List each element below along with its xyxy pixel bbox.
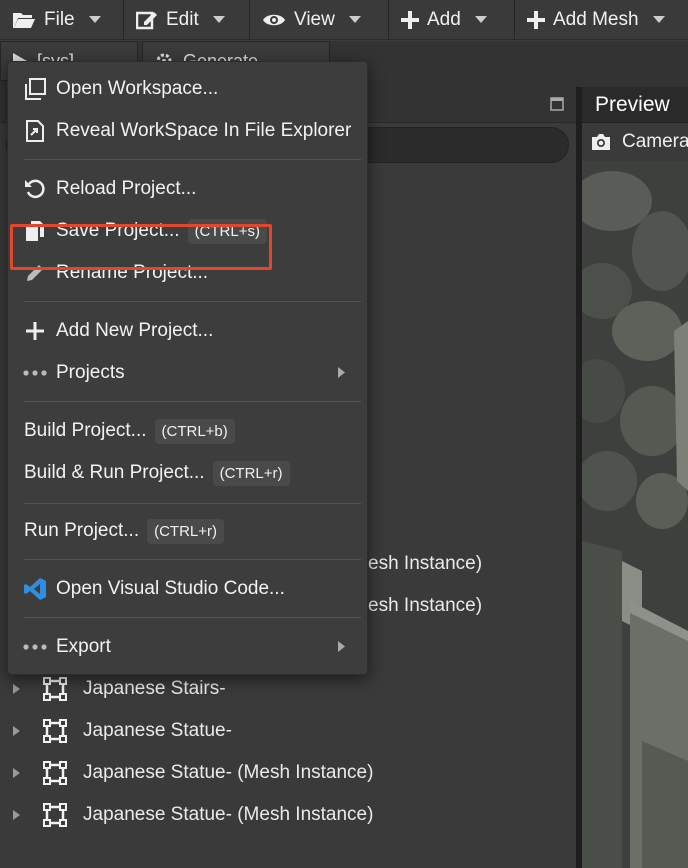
- menu-edit-label: Edit: [166, 9, 199, 30]
- menu-item-reveal-workspace[interactable]: Reveal WorkSpace In File Explorer: [8, 112, 367, 150]
- submenu-arrow-icon: [338, 641, 345, 652]
- menu-add-mesh-label: Add Mesh: [553, 9, 639, 30]
- menu-separator: [24, 401, 361, 402]
- expand-arrow-icon[interactable]: [13, 684, 21, 694]
- mesh-node-icon: [43, 761, 67, 785]
- menu-item-reload-project[interactable]: Reload Project...: [8, 170, 367, 208]
- tree-row[interactable]: Japanese Stairs-: [0, 669, 226, 709]
- menu-item-save-project[interactable]: Save Project... (CTRL+s): [8, 212, 367, 250]
- tree-row-partial[interactable]: esh Instance): [368, 586, 482, 626]
- 3d-viewport[interactable]: [582, 161, 688, 868]
- shortcut-badge: (CTRL+r): [147, 518, 225, 544]
- menu-item-open-vscode[interactable]: Open Visual Studio Code...: [8, 570, 367, 608]
- menu-separator: [24, 159, 361, 160]
- menu-item-label: Build & Run Project...: [24, 462, 205, 483]
- expand-arrow-icon[interactable]: [13, 768, 21, 778]
- mesh-node-icon: [43, 719, 67, 743]
- menu-file[interactable]: File: [0, 0, 124, 40]
- more-horizontal-icon: [22, 370, 48, 376]
- shortcut-badge: (CTRL+r): [212, 460, 290, 486]
- menu-separator: [24, 301, 361, 302]
- more-horizontal-icon: [22, 644, 48, 650]
- eye-icon: [262, 12, 286, 28]
- menu-item-run-project[interactable]: Run Project... (CTRL+r): [8, 512, 367, 550]
- tree-row-label: Japanese Statue- (Mesh Instance): [83, 762, 374, 783]
- open-workspace-icon: [22, 78, 48, 100]
- camera-icon: [590, 133, 612, 151]
- chevron-down-icon: [474, 16, 487, 24]
- expand-arrow-icon[interactable]: [13, 726, 21, 736]
- tab-preview[interactable]: Preview: [582, 87, 688, 123]
- menu-view[interactable]: View: [250, 0, 389, 40]
- plus-icon: [401, 11, 419, 29]
- chevron-down-icon: [212, 16, 225, 24]
- camera-label: Camera: [622, 131, 688, 152]
- menu-item-label: Projects: [56, 362, 125, 383]
- menu-item-label: Run Project...: [24, 520, 140, 541]
- tree-row-partial[interactable]: esh Instance): [368, 544, 482, 584]
- chevron-down-icon: [348, 16, 361, 24]
- menu-item-label: Open Visual Studio Code...: [56, 578, 285, 599]
- menu-item-open-workspace[interactable]: Open Workspace...: [8, 70, 367, 108]
- folder-open-icon: [12, 10, 36, 30]
- reveal-file-icon: [22, 120, 48, 142]
- menu-add-label: Add: [427, 9, 461, 30]
- menu-item-label: Export: [56, 636, 111, 657]
- menu-item-export-submenu[interactable]: Export: [8, 628, 367, 666]
- menu-item-label: Build Project...: [24, 420, 147, 441]
- menu-item-label: Reload Project...: [56, 178, 197, 199]
- tree-row-label: Japanese Statue-: [83, 720, 232, 741]
- menu-item-label: Reveal WorkSpace In File Explorer: [56, 120, 352, 141]
- menu-add-mesh[interactable]: Add Mesh: [515, 0, 688, 40]
- menu-item-rename-project[interactable]: Rename Project...: [8, 254, 367, 292]
- menu-item-build-run-project[interactable]: Build & Run Project... (CTRL+r): [8, 454, 367, 492]
- menu-item-label: Open Workspace...: [56, 78, 219, 99]
- menu-item-label: Add New Project...: [56, 320, 214, 341]
- pencil-icon: [22, 263, 48, 283]
- expand-arrow-icon[interactable]: [13, 810, 21, 820]
- save-copy-icon: [22, 220, 48, 242]
- tree-row[interactable]: Japanese Statue- (Mesh Instance): [0, 753, 373, 793]
- file-menu-dropdown: Open Workspace... Reveal WorkSpace In Fi…: [7, 61, 368, 675]
- menu-item-label: Save Project...: [56, 220, 180, 241]
- plus-icon: [527, 11, 545, 29]
- shortcut-badge: (CTRL+s): [187, 218, 267, 244]
- edit-square-icon: [136, 10, 158, 30]
- menu-item-projects-submenu[interactable]: Projects: [8, 354, 367, 392]
- chevron-down-icon: [652, 16, 665, 24]
- tree-row-label: Japanese Stairs-: [83, 678, 226, 699]
- menu-file-label: File: [44, 9, 75, 30]
- menu-separator: [24, 503, 361, 504]
- tree-row-label: Japanese Statue- (Mesh Instance): [83, 804, 374, 825]
- shortcut-badge: (CTRL+b): [154, 418, 235, 444]
- menu-item-build-project[interactable]: Build Project... (CTRL+b): [8, 412, 367, 450]
- menu-item-add-new-project[interactable]: Add New Project...: [8, 312, 367, 350]
- menu-separator: [24, 559, 361, 560]
- reload-icon: [22, 178, 48, 200]
- menu-edit[interactable]: Edit: [124, 0, 250, 40]
- tree-row-label: esh Instance): [368, 553, 483, 574]
- scene-render-image: [582, 161, 688, 868]
- mesh-node-icon: [43, 677, 67, 701]
- submenu-arrow-icon: [338, 367, 345, 378]
- vscode-icon: [22, 577, 48, 601]
- tree-row-label: esh Instance): [368, 595, 483, 616]
- menu-view-label: View: [294, 9, 335, 30]
- preview-panel: Preview Camera: [582, 87, 688, 868]
- mesh-node-icon: [43, 803, 67, 827]
- menu-item-label: Rename Project...: [56, 262, 209, 283]
- tree-row[interactable]: Japanese Statue- (Mesh Instance): [0, 795, 373, 835]
- menu-separator: [24, 617, 361, 618]
- tree-row[interactable]: Japanese Statue-: [0, 711, 232, 751]
- maximize-icon[interactable]: [550, 97, 564, 111]
- camera-selector[interactable]: Camera: [582, 123, 688, 161]
- plus-icon: [22, 322, 48, 340]
- menu-add[interactable]: Add: [389, 0, 515, 40]
- menu-bar: File Edit View Add Add Mesh: [0, 0, 688, 40]
- chevron-down-icon: [88, 16, 101, 24]
